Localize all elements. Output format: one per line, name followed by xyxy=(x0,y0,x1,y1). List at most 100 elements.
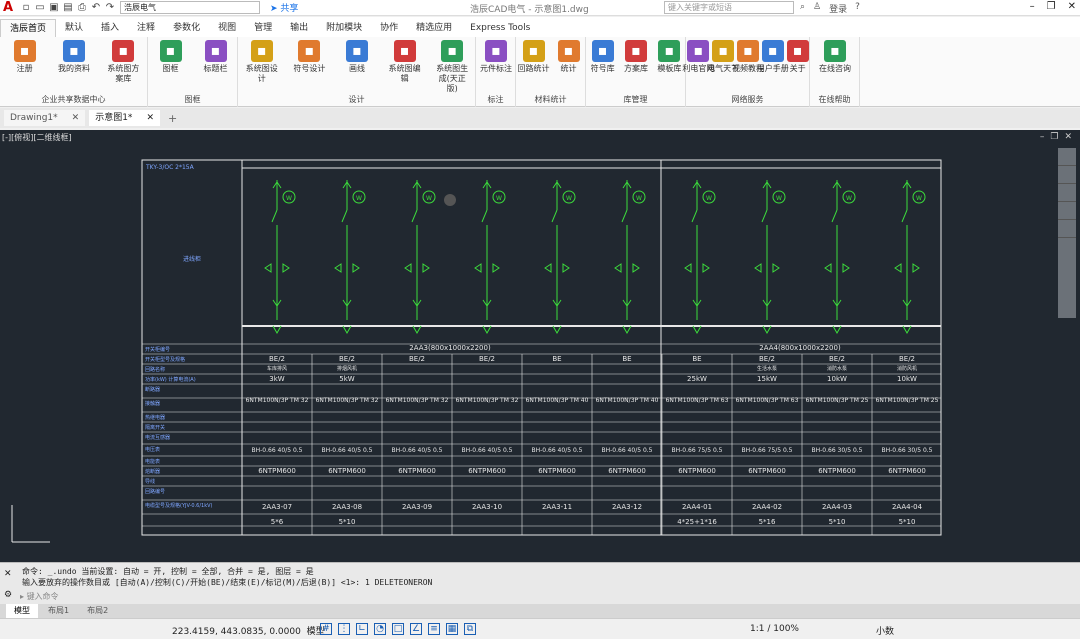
snap-icon[interactable]: ⋮ xyxy=(338,623,350,635)
ribbon-button-4-1[interactable]: ▪ 统计 xyxy=(551,40,587,74)
meter-symbol-text: W xyxy=(286,195,292,202)
undo-icon[interactable]: ↶ xyxy=(90,2,102,13)
tab-2[interactable]: 插入 xyxy=(92,19,128,37)
meter-model: 6NTPM600 xyxy=(538,467,576,475)
tab-8[interactable]: 附加模块 xyxy=(317,19,371,37)
load-name: 消防风机 xyxy=(897,365,917,372)
annotation-scale[interactable]: 1:1 / 100% xyxy=(750,624,799,634)
otrack-icon[interactable]: ∠ xyxy=(410,623,422,635)
restore-icon[interactable]: ❐ xyxy=(1047,1,1056,12)
breaker-model: 6NTM100N/3P TM 25 xyxy=(806,397,869,404)
tab-10[interactable]: 精选应用 xyxy=(407,19,461,37)
ribbon-button-4-0[interactable]: ▪ 回路统计 xyxy=(516,40,552,74)
transparency-icon[interactable]: ▦ xyxy=(446,623,458,635)
print-icon[interactable]: ⎙ xyxy=(76,2,88,13)
ribbon-button-0-2[interactable]: ▪ 系统图方案库 xyxy=(105,40,141,84)
ribbon-button-5-1[interactable]: ▪ 方案库 xyxy=(618,40,654,74)
units-selector[interactable]: 小数 xyxy=(876,624,894,637)
pan-icon[interactable] xyxy=(1058,166,1076,184)
meter-model: 6NTPM600 xyxy=(748,467,786,475)
ribbon-tool-icon: ▪ xyxy=(522,40,545,62)
arrow-symbol xyxy=(272,325,282,335)
row-header: 热继电器 xyxy=(145,414,165,421)
ribbon-button-3-0[interactable]: ▪ 元件标注 xyxy=(478,40,514,74)
switch-blade xyxy=(411,209,418,223)
ribbon-tool-icon: ▪ xyxy=(63,40,85,62)
ribbon-button-0-1[interactable]: ▪ 我的资料 xyxy=(56,40,92,74)
ribbon-button-7-0[interactable]: ▪ 在线咨询 xyxy=(817,40,853,74)
tab-5[interactable]: 视图 xyxy=(209,19,245,37)
ribbon-group-0: ▪ 注册 ▪ 我的资料 ▪ 系统图方案库 企业共享数据中心 xyxy=(0,37,148,107)
selection-cycle-icon[interactable]: ⧉ xyxy=(464,623,476,635)
search-icon[interactable]: ⌕ xyxy=(800,2,805,15)
tab-7[interactable]: 输出 xyxy=(281,19,317,37)
ribbon-button-label: 回路统计 xyxy=(517,64,550,73)
ribbon-tool-icon: ▪ xyxy=(393,40,416,62)
col-code: BE/2 xyxy=(339,355,355,363)
ribbon-tool-icon: ▪ xyxy=(658,40,681,62)
app-logo[interactable]: A xyxy=(0,0,16,16)
tab-11[interactable]: Express Tools xyxy=(461,19,539,37)
ribbon-button-1-1[interactable]: ▪ 标题栏 xyxy=(198,40,234,74)
ribbon-button-2-4[interactable]: ▪ 系统图生成(天正版) xyxy=(434,40,470,94)
new-icon[interactable]: ▫ xyxy=(20,2,32,13)
polar-icon[interactable]: ◔ xyxy=(374,623,386,635)
close-icon[interactable]: ✕ xyxy=(4,569,12,579)
drawing-canvas[interactable]: [-][俯视][二维线框] – ❐ ✕ TKY-3/OC 2*15A 进线柜 2AA… xyxy=(0,130,1080,562)
layout-tab-1[interactable]: 布局1 xyxy=(40,604,77,618)
doc-tab-drawing1[interactable]: Drawing1* ✕ xyxy=(4,110,86,126)
arrow-symbol xyxy=(832,325,842,335)
showmotion-icon[interactable] xyxy=(1058,220,1076,238)
lineweight-icon[interactable]: ≡ xyxy=(428,623,440,635)
ortho-icon[interactable]: ∟ xyxy=(356,623,368,635)
orbit-icon[interactable] xyxy=(1058,202,1076,220)
layout-tab-model[interactable]: 模型 xyxy=(6,604,38,618)
close-icon[interactable]: ✕ xyxy=(146,110,154,126)
ribbon-button-label: 统计 xyxy=(560,64,577,73)
doc-tab-diagram[interactable]: 示意图1* ✕ xyxy=(89,110,160,126)
close-icon[interactable]: ✕ xyxy=(72,110,80,126)
login-label[interactable]: 登录 xyxy=(829,2,847,15)
row-header: 电能表 xyxy=(145,458,160,465)
workspace-selector[interactable]: 浩辰电气 xyxy=(120,1,260,14)
ribbon-button-2-2[interactable]: ▪ 画线 xyxy=(339,40,375,74)
ribbon-button-2-1[interactable]: ▪ 符号设计 xyxy=(291,40,327,74)
osnap-icon[interactable]: □ xyxy=(392,623,404,635)
tab-6[interactable]: 管理 xyxy=(245,19,281,37)
navigation-bar[interactable] xyxy=(1058,148,1076,318)
ribbon-button-2-0[interactable]: ▪ 系统图设计 xyxy=(244,40,280,84)
tab-3[interactable]: 注释 xyxy=(128,19,164,37)
grid-icon[interactable]: # xyxy=(320,623,332,635)
tab-4[interactable]: 参数化 xyxy=(164,19,209,37)
user-icon[interactable]: ♙ xyxy=(813,2,821,15)
tab-1[interactable]: 默认 xyxy=(56,19,92,37)
layout-tab-2[interactable]: 布局2 xyxy=(79,604,116,618)
share-button[interactable]: ➤ 共享 xyxy=(270,1,298,14)
save-icon[interactable]: ▣ xyxy=(48,2,60,13)
zoom-icon[interactable] xyxy=(1058,184,1076,202)
row-header: 导线 xyxy=(145,478,155,485)
ribbon-button-1-0[interactable]: ▪ 图框 xyxy=(153,40,189,74)
search-input[interactable]: 键入关键字或短语 xyxy=(664,1,794,14)
ribbon-button-5-0[interactable]: ▪ 符号库 xyxy=(585,40,621,74)
steering-wheel-icon[interactable] xyxy=(1058,148,1076,166)
redo-icon[interactable]: ↷ xyxy=(104,2,116,13)
ribbon-button-label: 注册 xyxy=(16,64,33,73)
close-icon[interactable]: ✕ xyxy=(1068,1,1076,12)
tab-9[interactable]: 协作 xyxy=(371,19,407,37)
open-icon[interactable]: ▭ xyxy=(34,2,46,13)
ribbon-button-2-3[interactable]: ▪ 系统图编辑 xyxy=(387,40,423,84)
new-tab-icon[interactable]: + xyxy=(164,112,181,125)
col-code: BE xyxy=(552,355,561,363)
cabinet-b-label: 2AA4(800x1000x2200) xyxy=(759,344,841,352)
wrench-icon[interactable]: ⚙ xyxy=(4,590,12,600)
ribbon-group-label: 网络服务 xyxy=(731,95,764,104)
command-input[interactable]: ▸ 键入命令 xyxy=(20,591,59,602)
tab-0[interactable]: 浩辰首页 xyxy=(0,19,57,37)
cable-spec: 5*10 xyxy=(829,518,846,526)
save-as-icon[interactable]: ▤ xyxy=(62,2,74,13)
meter-model: 6NTPM600 xyxy=(328,467,366,475)
minimize-icon[interactable]: – xyxy=(1030,1,1035,12)
help-icon[interactable]: ? xyxy=(855,2,860,15)
ribbon-button-0-0[interactable]: ▪ 注册 xyxy=(7,40,43,74)
